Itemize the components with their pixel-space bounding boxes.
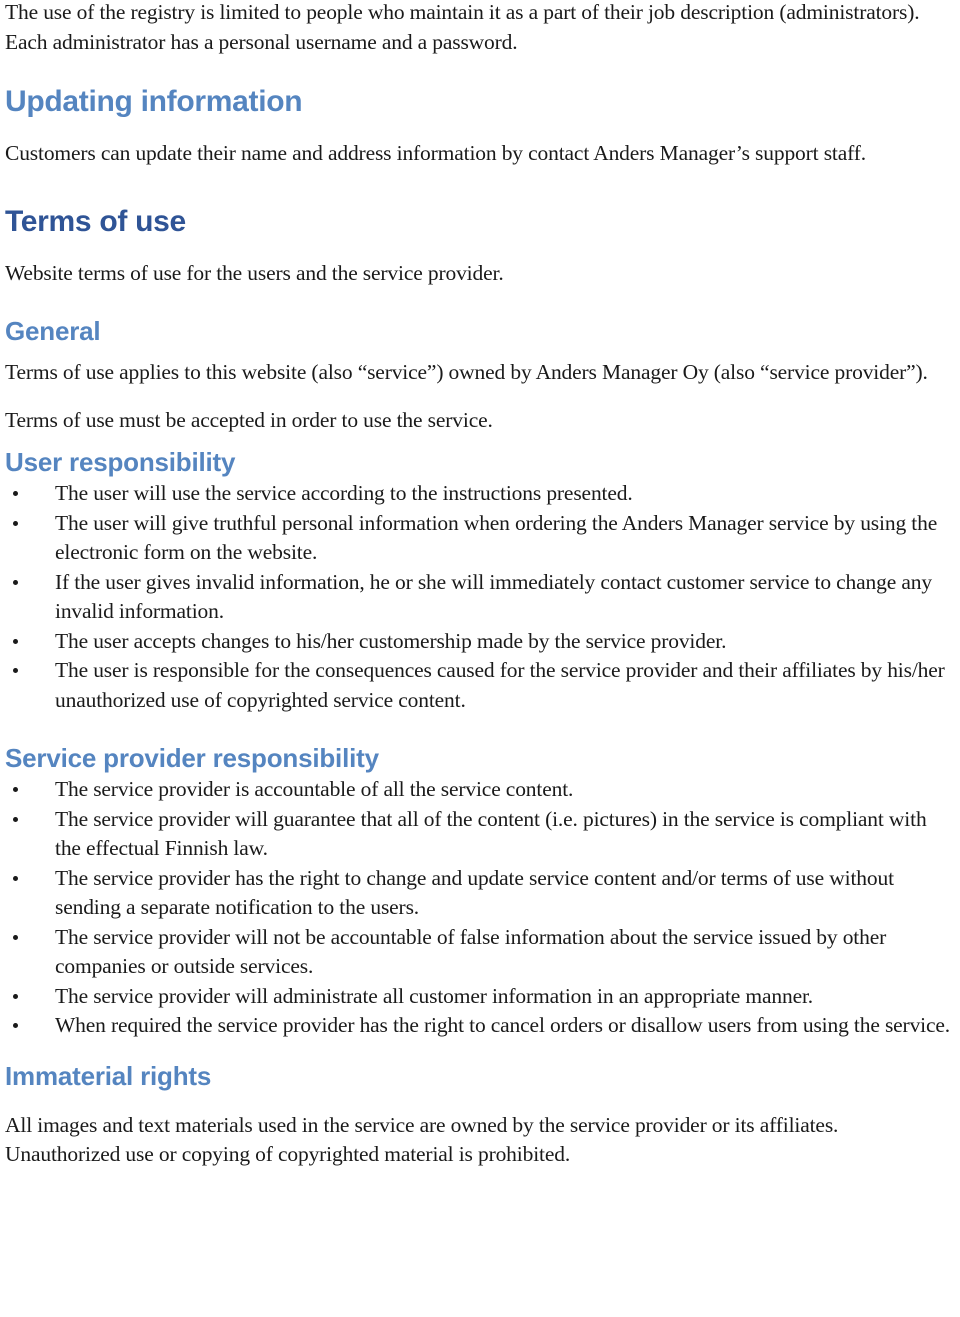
document-content: The use of the registry is limited to pe…: [5, 0, 957, 1170]
bullet-dot-icon: [13, 638, 18, 644]
list-item-text: The user accepts changes to his/her cust…: [55, 628, 727, 653]
heading-immaterial-rights: Immaterial rights: [5, 1060, 212, 1091]
bullet-dot-icon: [13, 993, 18, 999]
list-item-text: The user will use the service according …: [55, 481, 633, 505]
list-item: The service provider is accountable of a…: [5, 775, 957, 805]
heading-updating-information: Updating information: [5, 85, 303, 118]
bullet-dot-icon: [13, 579, 18, 585]
bullet-dot-icon: [13, 934, 18, 940]
document-page: The use of the registry is limited to pe…: [0, 0, 960, 1317]
immaterial-rights-paragraph: All images and text materials used in th…: [5, 1112, 839, 1167]
list-item: The user is responsible for the conseque…: [5, 656, 957, 715]
list-item-text: The service provider has the right to ch…: [55, 865, 894, 920]
list-item: The user will use the service according …: [5, 479, 957, 509]
list-item-text: If the user gives invalid information, h…: [55, 569, 932, 624]
heading-service-provider-responsibility: Service provider responsibility: [5, 743, 379, 773]
list-item-text: The service provider will not be account…: [55, 924, 887, 979]
bullet-dot-icon: [13, 520, 18, 526]
service-provider-responsibility-list: The service provider is accountable of a…: [5, 775, 957, 1041]
heading-user-responsibility: User responsibility: [5, 447, 236, 477]
bullet-dot-icon: [13, 668, 18, 673]
list-item: The service provider will guarantee that…: [5, 805, 957, 864]
list-item-text: When required the service provider has t…: [55, 1013, 951, 1037]
heading-general: General: [5, 316, 101, 346]
list-item: If the user gives invalid information, h…: [5, 568, 957, 627]
list-item: The user will give truthful personal inf…: [5, 509, 957, 568]
updating-information-paragraph: Customers can update their name and addr…: [5, 141, 866, 165]
heading-terms-of-use: Terms of use: [5, 204, 186, 238]
list-item-text: The user is responsible for the conseque…: [55, 658, 945, 712]
list-item: When required the service provider has t…: [5, 1011, 957, 1041]
list-item-text: The service provider will guarantee that…: [55, 806, 927, 861]
bullet-dot-icon: [13, 816, 18, 822]
bullet-dot-icon: [13, 787, 18, 792]
list-item-text: The user will give truthful personal inf…: [55, 510, 938, 565]
list-item-text: The service provider will administrate a…: [55, 983, 814, 1008]
list-item: The service provider will administrate a…: [5, 982, 957, 1012]
bullet-dot-icon: [13, 1023, 18, 1028]
bullet-dot-icon: [13, 875, 18, 881]
list-item-text: The service provider is accountable of a…: [55, 777, 574, 801]
bullet-dot-icon: [13, 491, 18, 496]
user-responsibility-list: The user will use the service according …: [5, 479, 957, 715]
terms-of-use-paragraph: Website terms of use for the users and t…: [5, 260, 504, 285]
list-item: The service provider will not be account…: [5, 923, 957, 982]
general-paragraph-2: Terms of use must be accepted in order t…: [5, 407, 493, 432]
list-item: The user accepts changes to his/her cust…: [5, 627, 957, 657]
list-item: The service provider has the right to ch…: [5, 864, 957, 923]
intro-paragraph: The use of the registry is limited to pe…: [5, 0, 920, 54]
general-paragraph-1: Terms of use applies to this website (al…: [5, 360, 928, 384]
